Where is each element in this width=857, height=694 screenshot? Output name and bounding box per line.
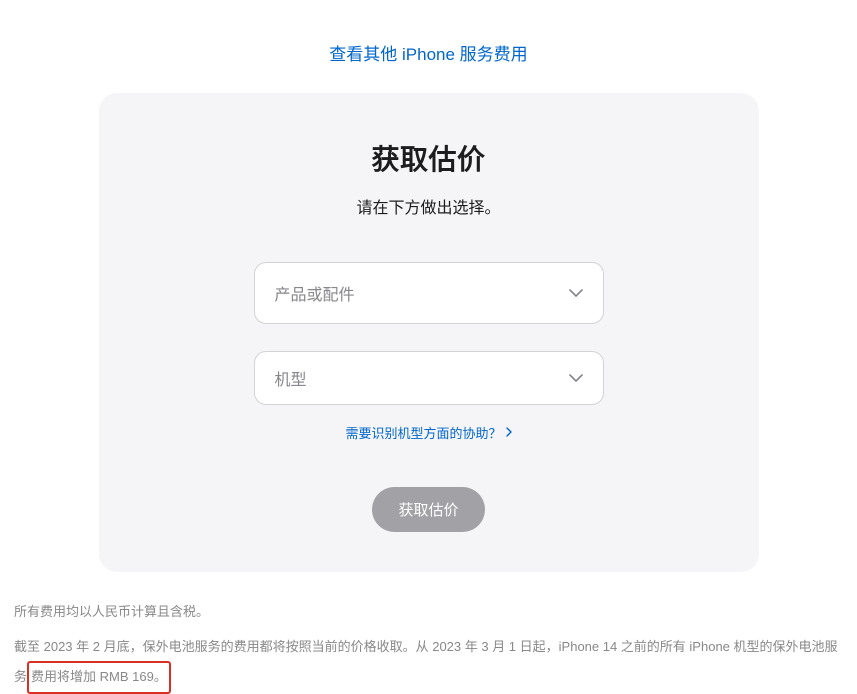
top-link-container: 查看其他 iPhone 服务费用: [0, 0, 857, 93]
footer-line-1: 所有费用均以人民币计算且含税。: [14, 598, 844, 627]
model-select[interactable]: 机型: [254, 351, 604, 405]
product-select-label: 产品或配件: [275, 281, 355, 305]
chevron-right-icon: [506, 425, 512, 440]
card-title: 获取估价: [149, 138, 709, 178]
help-link[interactable]: 需要识别机型方面的协助？: [345, 423, 511, 442]
product-select[interactable]: 产品或配件: [254, 262, 604, 324]
other-service-link[interactable]: 查看其他 iPhone 服务费用: [329, 45, 527, 64]
footer-line-2: 截至 2023 年 2 月底，保外电池服务的费用都将按照当前的价格收取。从 20…: [14, 633, 844, 694]
highlighted-text: 费用将增加 RMB 169。: [27, 661, 171, 694]
get-estimate-button[interactable]: 获取估价: [372, 487, 484, 532]
card-subtitle: 请在下方做出选择。: [149, 194, 709, 218]
footer-text: 所有费用均以人民币计算且含税。 截至 2023 年 2 月底，保外电池服务的费用…: [14, 598, 844, 694]
estimate-card: 获取估价 请在下方做出选择。 产品或配件 机型 需要识别机型方面的协助？ 获取估…: [99, 93, 759, 572]
chevron-down-icon: [569, 369, 583, 387]
chevron-down-icon: [569, 284, 583, 302]
model-select-label: 机型: [275, 366, 307, 390]
help-link-label: 需要识别机型方面的协助？: [345, 423, 501, 442]
